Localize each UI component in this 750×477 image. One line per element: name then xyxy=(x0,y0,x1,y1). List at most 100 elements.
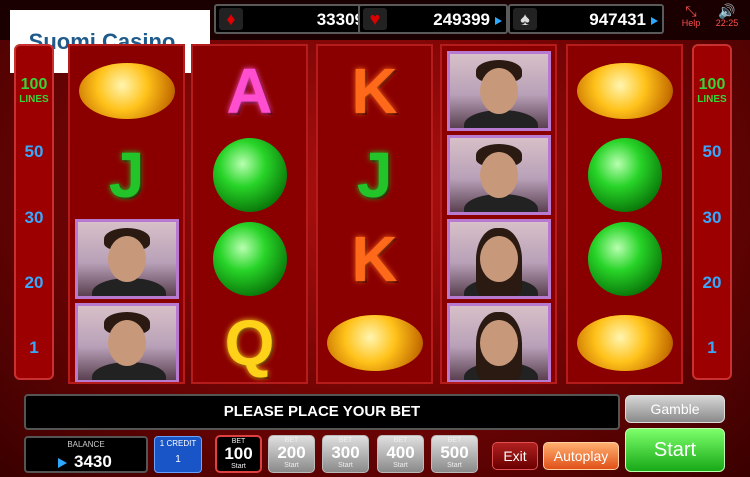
jackpot-spade: ♠ 947431 xyxy=(508,4,664,34)
portrait-man-icon xyxy=(446,135,551,215)
heart-suit-icon: ♥ xyxy=(363,8,387,30)
bet-value: 400 xyxy=(386,443,415,462)
symbol-letter: J xyxy=(108,139,145,211)
balance-value: 3430 xyxy=(74,452,112,471)
line-number: 20 xyxy=(24,273,44,292)
start-button[interactable]: Start xyxy=(625,428,725,472)
symbol-letter-a: A xyxy=(195,50,304,132)
bet-400-button[interactable]: BET 400 Start xyxy=(377,435,424,473)
bet-sub: Start xyxy=(231,463,246,470)
symbol-portrait-man xyxy=(72,218,181,300)
bet-value: 300 xyxy=(331,443,360,462)
bet-sub: Start xyxy=(338,462,353,469)
reel-3: KJK xyxy=(316,44,433,384)
fullscreen-icon: ⤡ xyxy=(685,3,697,19)
symbol-letter-j: J xyxy=(320,134,429,216)
portrait-man-icon xyxy=(74,219,179,299)
credit-value: 1 xyxy=(175,454,181,465)
yellow-gem-icon xyxy=(576,63,673,119)
balance-arrow-icon xyxy=(58,458,67,468)
help-label: Help xyxy=(681,18,701,28)
symbol-portrait-woman xyxy=(444,302,553,382)
reel-1: J xyxy=(68,44,185,384)
symbol-portrait-man xyxy=(444,50,553,132)
bet-value: 100 xyxy=(224,444,253,463)
green-gem-icon xyxy=(212,222,287,296)
symbol-letter-q: Q xyxy=(195,302,304,382)
line-number: 1 xyxy=(707,338,717,357)
reel-4 xyxy=(440,44,557,384)
line-number: 20 xyxy=(702,273,722,292)
line-number: 50 xyxy=(24,142,44,161)
symbol-yellow-gem-icon xyxy=(320,302,429,382)
symbol-yellow-gem-icon xyxy=(570,302,679,382)
bet-500-button[interactable]: BET 500 Start xyxy=(431,435,478,473)
symbol-portrait-woman xyxy=(444,218,553,300)
message-bar: PLEASE PLACE YOUR BET xyxy=(24,394,620,430)
symbol-portrait-man xyxy=(444,134,553,216)
jackpot-heart: ♥ 249399 xyxy=(358,4,508,34)
credit-label: 1 CREDIT xyxy=(159,439,197,448)
bet-sub: Start xyxy=(393,462,408,469)
symbol-letter: A xyxy=(226,55,273,127)
green-gem-icon xyxy=(212,138,287,212)
symbol-yellow-gem-icon xyxy=(72,50,181,132)
gamble-button[interactable]: Gamble xyxy=(625,395,725,423)
jackpot-value: 33309 xyxy=(316,10,364,29)
green-gem-icon xyxy=(587,222,662,296)
yellow-gem-icon xyxy=(78,63,175,119)
bet-200-button[interactable]: BET 200 Start xyxy=(268,435,315,473)
bet-value: 200 xyxy=(277,443,306,462)
symbol-portrait-man xyxy=(72,302,181,382)
jackpot-arrow-icon xyxy=(651,17,658,25)
diamond-suit-icon: ♦ xyxy=(219,8,243,30)
clock-time: 22:25 xyxy=(715,18,739,28)
symbol-green-gem-icon xyxy=(570,134,679,216)
exit-button[interactable]: Exit xyxy=(492,442,538,470)
portrait-woman-icon xyxy=(446,303,551,382)
sound-button[interactable]: 🔊 22:25 xyxy=(710,4,744,28)
help-button[interactable]: ⤡ Help xyxy=(676,4,706,28)
symbol-letter: K xyxy=(351,223,398,295)
reel-2: AQ xyxy=(191,44,308,384)
line-number: 30 xyxy=(702,208,722,227)
bet-value: 500 xyxy=(440,443,469,462)
symbol-letter-j: J xyxy=(72,134,181,216)
bet-100-button[interactable]: BET 100 Start xyxy=(215,435,262,473)
symbol-yellow-gem-icon xyxy=(570,50,679,132)
lines-count: 100 xyxy=(20,76,48,93)
lines-count: 100 xyxy=(698,76,726,93)
reel-5 xyxy=(566,44,683,384)
line-number: 30 xyxy=(24,208,44,227)
lines-label: LINES xyxy=(19,94,49,105)
green-gem-icon xyxy=(587,138,662,212)
autoplay-button[interactable]: Autoplay xyxy=(543,442,619,470)
portrait-man-icon xyxy=(446,51,551,131)
yellow-gem-icon xyxy=(576,315,673,371)
line-number: 50 xyxy=(702,142,722,161)
lines-label: LINES xyxy=(697,94,727,105)
yellow-gem-icon xyxy=(326,315,423,371)
spade-suit-icon: ♠ xyxy=(513,8,537,30)
speaker-icon: 🔊 xyxy=(718,3,736,19)
balance-display: BALANCE 3430 xyxy=(24,436,148,473)
line-number: 1 xyxy=(29,338,39,357)
bet-sub: Start xyxy=(284,462,299,469)
portrait-man-icon xyxy=(74,303,179,382)
symbol-green-gem-icon xyxy=(195,218,304,300)
jackpot-diamond: ♦ 33309 xyxy=(214,4,382,34)
symbol-green-gem-icon xyxy=(195,134,304,216)
portrait-woman-icon xyxy=(446,219,551,299)
symbol-letter-k: K xyxy=(320,218,429,300)
symbol-letter: K xyxy=(351,55,398,127)
jackpot-value: 947431 xyxy=(589,10,646,29)
lines-column-right: 100 LINES 50 30 20 1 xyxy=(692,44,732,380)
symbol-green-gem-icon xyxy=(570,218,679,300)
credit-button[interactable]: 1 CREDIT 1 xyxy=(154,436,202,473)
lines-column-left: 100 LINES 50 30 20 1 xyxy=(14,44,54,380)
symbol-letter: Q xyxy=(224,307,275,379)
bet-sub: Start xyxy=(447,462,462,469)
bet-300-button[interactable]: BET 300 Start xyxy=(322,435,369,473)
balance-label: BALANCE xyxy=(67,440,105,449)
jackpot-arrow-icon xyxy=(495,17,502,25)
